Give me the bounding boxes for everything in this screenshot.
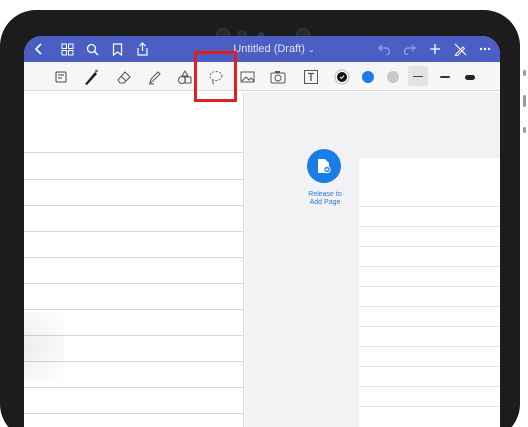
reading-mode-icon[interactable] xyxy=(52,68,70,86)
pen-off-icon[interactable] xyxy=(452,41,468,57)
release-to-add-page-label: Release to Add Page xyxy=(308,191,342,206)
ruled-line xyxy=(359,346,500,347)
add-page-button[interactable] xyxy=(307,149,341,183)
more-icon[interactable] xyxy=(477,41,493,57)
color-gray-swatch[interactable] xyxy=(387,71,399,83)
ruled-line xyxy=(359,366,500,367)
camera-icon[interactable] xyxy=(269,68,287,86)
chevron-down-icon: ⌄ xyxy=(307,45,315,54)
chevron-left-icon[interactable] xyxy=(32,41,46,57)
swipe-shadow xyxy=(24,312,64,382)
bookmark-icon[interactable] xyxy=(109,41,125,57)
share-icon[interactable] xyxy=(134,41,150,57)
screenshot: Untitled (Draft) ⌄ Release to Add Page xyxy=(0,0,528,427)
document-title[interactable]: Untitled (Draft) ⌄ xyxy=(214,36,334,62)
app-screen: Untitled (Draft) ⌄ Release to Add Page xyxy=(24,36,500,427)
undo-icon[interactable] xyxy=(376,41,392,57)
add-page-area: Release to Add Page xyxy=(245,92,500,427)
ruled-line xyxy=(359,286,500,287)
ruled-line xyxy=(359,206,500,207)
ruled-line xyxy=(24,309,244,310)
lasso-icon[interactable] xyxy=(207,68,225,86)
ruled-line xyxy=(24,205,244,206)
ruled-line xyxy=(359,326,500,327)
pen-icon[interactable] xyxy=(82,68,100,86)
grid-icon[interactable] xyxy=(59,41,75,57)
ruled-line xyxy=(359,266,500,267)
document-title-text: Untitled (Draft) xyxy=(233,43,305,55)
volume-up-button xyxy=(523,95,526,107)
ruled-line xyxy=(359,306,500,307)
ruled-line xyxy=(24,231,244,232)
ruled-line xyxy=(24,152,244,153)
ruled-line xyxy=(359,246,500,247)
shapes-icon[interactable] xyxy=(176,68,194,86)
stroke-thin-selected[interactable] xyxy=(408,66,428,86)
ruled-line xyxy=(24,179,244,180)
new-page-preview xyxy=(359,158,500,427)
color-blue-swatch[interactable] xyxy=(362,71,374,83)
tool-bar xyxy=(24,62,500,91)
text-tool-icon[interactable] xyxy=(302,68,320,86)
side-button xyxy=(523,70,526,76)
add-page-icon xyxy=(318,159,331,174)
search-icon[interactable] xyxy=(84,41,100,57)
ruled-line xyxy=(359,386,500,387)
current-page[interactable] xyxy=(24,92,244,427)
ruled-line xyxy=(359,226,500,227)
highlighter-icon[interactable] xyxy=(146,68,164,86)
stroke-thick[interactable] xyxy=(461,68,479,86)
plus-icon[interactable] xyxy=(427,41,443,57)
ruled-line xyxy=(24,257,244,258)
image-icon[interactable] xyxy=(238,68,256,86)
ruled-line xyxy=(24,387,244,388)
color-black-selected[interactable] xyxy=(333,68,351,86)
eraser-icon[interactable] xyxy=(115,68,133,86)
ruled-line xyxy=(24,413,244,414)
volume-down-button xyxy=(523,127,526,133)
ruled-line xyxy=(24,283,244,284)
top-app-bar: Untitled (Draft) ⌄ xyxy=(24,36,500,62)
stroke-medium[interactable] xyxy=(436,68,454,86)
redo-icon[interactable] xyxy=(401,41,417,57)
ruled-line xyxy=(359,406,500,407)
